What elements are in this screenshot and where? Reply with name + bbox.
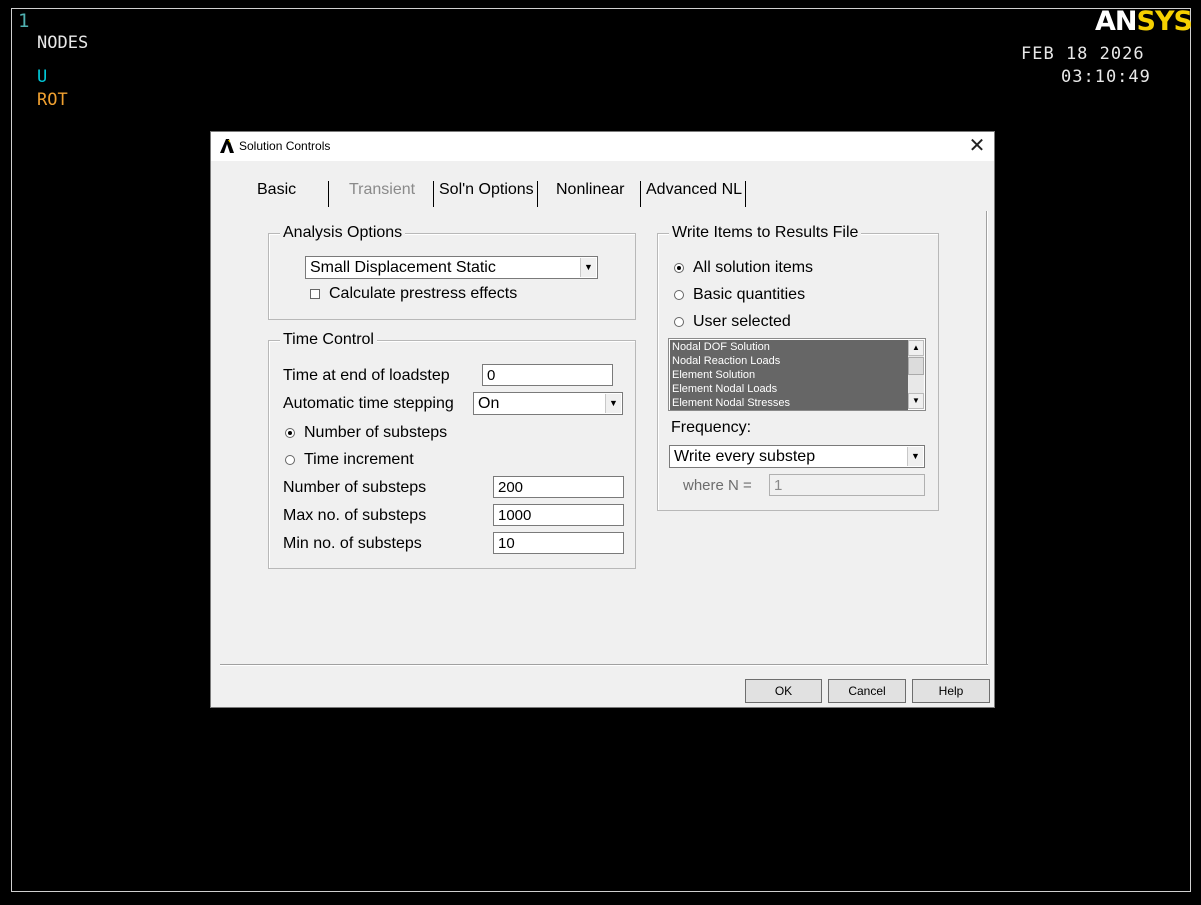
tab-separator [745, 181, 746, 207]
dialog-titlebar[interactable]: Solution Controls ✕ [211, 132, 994, 161]
auto-step-label: Automatic time stepping [283, 395, 454, 412]
list-item[interactable]: Element Nodal Stresses [670, 396, 908, 410]
tab-separator [433, 181, 434, 207]
time-control-title: Time Control [280, 331, 377, 349]
tab-separator [537, 181, 538, 207]
cancel-button[interactable]: Cancel [828, 679, 906, 703]
scroll-thumb[interactable] [908, 357, 924, 375]
listbox-scrollbar[interactable]: ▲ ▼ [908, 340, 924, 409]
max-substeps-label: Max no. of substeps [283, 507, 427, 524]
radio-time-increment-label: Time increment [304, 451, 414, 468]
radio-number-of-substeps[interactable] [285, 428, 295, 438]
chevron-down-icon: ▼ [907, 447, 923, 466]
plot-label-rot: ROT [37, 90, 68, 110]
radio-all-solution-items[interactable] [674, 263, 684, 273]
results-file-title: Write Items to Results File [669, 224, 862, 242]
results-items-listbox[interactable]: Nodal DOF Solution Nodal Reaction Loads … [668, 338, 926, 411]
tab-panel-border-highlight [987, 211, 988, 666]
plot-label-nodes: NODES [37, 33, 89, 53]
tab-basic[interactable]: Basic [253, 177, 300, 203]
max-substeps-input[interactable] [493, 504, 624, 526]
where-n-input[interactable] [769, 474, 925, 496]
frequency-value: Write every substep [674, 448, 816, 465]
solution-controls-dialog: Solution Controls ✕ Basic Transient Sol'… [210, 131, 995, 708]
frequency-dropdown[interactable]: Write every substep ▼ [669, 445, 925, 468]
radio-time-increment[interactable] [285, 455, 295, 465]
time-end-label: Time at end of loadstep [283, 367, 450, 384]
window-number: 1 [18, 10, 30, 32]
tab-transient[interactable]: Transient [345, 177, 419, 203]
scroll-down-icon[interactable]: ▼ [908, 393, 924, 409]
radio-number-of-substeps-label: Number of substeps [304, 424, 448, 441]
plot-date: FEB 18 2026 [1021, 44, 1145, 64]
min-substeps-label: Min no. of substeps [283, 535, 422, 552]
frequency-label: Frequency: [671, 419, 752, 436]
prestress-checkbox[interactable] [310, 289, 320, 299]
plot-time: 03:10:49 [1061, 67, 1151, 87]
where-n-label: where N = [683, 477, 752, 494]
list-item[interactable]: Nodal DOF Solution [670, 340, 908, 354]
list-item[interactable]: Nodal Reaction Loads [670, 354, 908, 368]
radio-basic-quantities-label: Basic quantities [693, 286, 806, 303]
min-substeps-input[interactable] [493, 532, 624, 554]
tab-nonlinear[interactable]: Nonlinear [552, 177, 628, 203]
auto-step-value: On [478, 395, 500, 412]
analysis-type-value: Small Displacement Static [310, 259, 496, 276]
tab-separator [328, 181, 329, 207]
prestress-label: Calculate prestress effects [329, 285, 518, 302]
dialog-title: Solution Controls [239, 139, 331, 153]
analysis-options-title: Analysis Options [280, 224, 406, 242]
scroll-up-icon[interactable]: ▲ [908, 340, 924, 356]
num-substeps-label: Number of substeps [283, 479, 427, 496]
tab-advanced-nl[interactable]: Advanced NL [642, 177, 746, 203]
tab-soln-options[interactable]: Sol'n Options [435, 177, 538, 203]
num-substeps-input[interactable] [493, 476, 624, 498]
chevron-down-icon: ▼ [605, 394, 621, 413]
radio-user-selected[interactable] [674, 317, 684, 327]
radio-all-solution-items-label: All solution items [693, 259, 814, 276]
list-item[interactable]: Element Nodal Loads [670, 382, 908, 396]
plot-label-u: U [37, 67, 48, 87]
help-button[interactable]: Help [912, 679, 990, 703]
list-item[interactable]: Element Solution [670, 368, 908, 382]
close-button[interactable]: ✕ [968, 135, 986, 157]
analysis-type-dropdown[interactable]: Small Displacement Static ▼ [305, 256, 598, 279]
ok-button[interactable]: OK [745, 679, 822, 703]
time-end-input[interactable] [482, 364, 613, 386]
ansys-logo: ANSYS [1095, 6, 1193, 37]
radio-basic-quantities[interactable] [674, 290, 684, 300]
ansys-app-icon [220, 139, 234, 153]
tab-panel-border-highlight [220, 665, 988, 666]
radio-user-selected-label: User selected [693, 313, 791, 330]
chevron-down-icon: ▼ [580, 258, 596, 277]
tab-separator [640, 181, 641, 207]
auto-step-dropdown[interactable]: On ▼ [473, 392, 623, 415]
